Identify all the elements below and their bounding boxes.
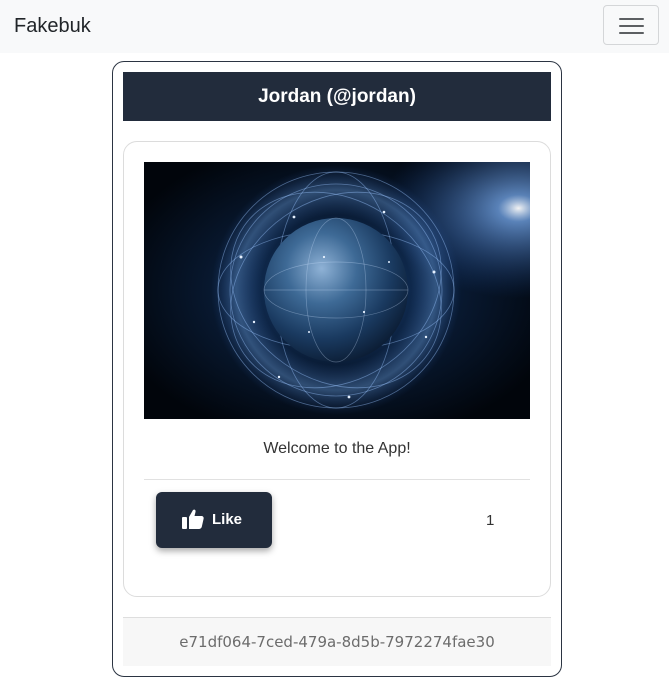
post-card: Welcome to the App! Like 1 <box>123 141 551 597</box>
post-image <box>144 162 530 419</box>
top-navbar: Fakebuk <box>0 0 669 53</box>
card-footer-id: e71df064-7ced-479a-8d5b-7972274fae30 <box>123 617 551 666</box>
navbar-brand[interactable]: Fakebuk <box>14 14 91 38</box>
menu-toggle-button[interactable] <box>603 5 659 45</box>
like-button-label: Like <box>212 511 243 528</box>
thumbs-up-icon <box>182 509 204 529</box>
like-button[interactable]: Like <box>156 492 272 548</box>
post-divider <box>144 479 530 480</box>
like-count: 1 <box>486 512 495 529</box>
profile-card: Jordan (@jordan) Welcome to the App! Lik… <box>112 61 562 677</box>
globe-network-image <box>144 162 530 419</box>
post-caption: Welcome to the App! <box>263 440 411 457</box>
profile-header: Jordan (@jordan) <box>123 72 551 121</box>
